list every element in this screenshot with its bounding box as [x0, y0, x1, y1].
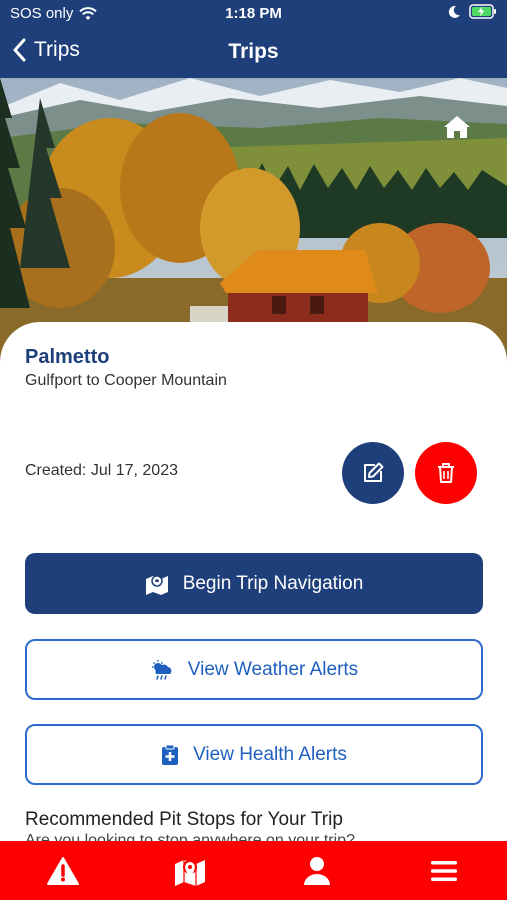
trip-details-card: Palmetto Gulfport to Cooper Mountain Cre… [0, 322, 507, 842]
begin-trip-navigation-button[interactable]: Begin Trip Navigation [25, 553, 483, 614]
view-health-alerts-label: View Health Alerts [193, 743, 347, 765]
back-label: Trips [34, 38, 80, 61]
trip-name: Palmetto [25, 346, 110, 368]
cloud-sun-rain-icon [151, 659, 172, 680]
back-button[interactable]: Trips [12, 38, 80, 62]
medical-clipboard-icon [162, 744, 179, 765]
created-date: Created: Jul 17, 2023 [25, 462, 178, 479]
battery-charging-icon [469, 4, 496, 19]
tab-map[interactable] [160, 846, 220, 896]
moon-icon [448, 5, 460, 18]
status-right [447, 4, 497, 19]
map-icon [175, 859, 206, 886]
tab-profile[interactable] [287, 846, 347, 896]
view-weather-alerts-button[interactable]: View Weather Alerts [25, 639, 483, 700]
warning-icon [47, 856, 80, 885]
tab-alerts[interactable] [33, 846, 93, 896]
view-weather-alerts-label: View Weather Alerts [187, 658, 359, 680]
map-marker-icon [145, 574, 168, 595]
tab-menu[interactable] [414, 846, 474, 896]
edit-trip-button[interactable] [342, 442, 404, 504]
delete-trip-button[interactable] [415, 442, 477, 504]
profile-icon [303, 856, 330, 885]
menu-icon [430, 860, 457, 881]
begin-trip-navigation-label: Begin Trip Navigation [182, 572, 364, 594]
nav-bar: Trips Trips [0, 28, 507, 78]
home-button[interactable] [443, 114, 471, 145]
edit-icon [364, 462, 384, 482]
home-icon [444, 116, 470, 138]
trip-route: Gulfport to Cooper Mountain [25, 372, 227, 389]
chevron-left-icon [13, 38, 26, 62]
trash-icon [438, 463, 454, 483]
bottom-tab-bar [0, 841, 507, 900]
status-time: 1:18 PM [225, 5, 282, 22]
status-bar: SOS only 1:18 PM [0, 0, 507, 28]
view-health-alerts-button[interactable]: View Health Alerts [25, 724, 483, 785]
pit-stops-title: Recommended Pit Stops for Your Trip [25, 809, 343, 830]
